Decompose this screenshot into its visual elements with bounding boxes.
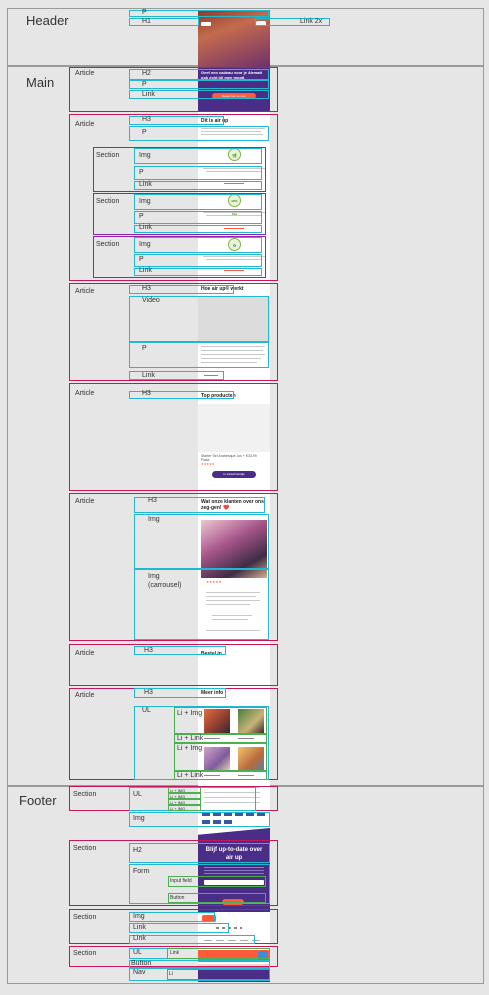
link-box xyxy=(129,935,255,944)
article-label: Article xyxy=(75,650,95,657)
h2-label: H2 xyxy=(133,847,142,854)
li-link-label: Li + Link xyxy=(177,772,204,779)
p-label: P xyxy=(139,256,144,263)
button-title-label: Button xyxy=(131,960,152,967)
ul-label: UL xyxy=(133,791,142,798)
link-label: Link xyxy=(139,181,152,188)
img-label: Img xyxy=(139,152,151,159)
article-label: Article xyxy=(75,121,95,128)
img-label: Img xyxy=(139,241,151,248)
link-label: Link xyxy=(142,91,155,98)
main-label: Main xyxy=(26,75,55,90)
li-img-caps-box: Li + IMG xyxy=(168,805,201,811)
header-p-label: P xyxy=(142,9,147,16)
link-box xyxy=(134,225,262,233)
article-label: Article xyxy=(75,390,95,397)
header-label: Header xyxy=(26,13,69,28)
section-label: Section xyxy=(73,845,97,852)
header-h1-label: H1 xyxy=(142,18,151,25)
img-label: Img xyxy=(139,198,151,205)
img-label: Img xyxy=(133,913,145,920)
section-label: Section xyxy=(73,950,97,957)
link-label: Link xyxy=(139,267,152,274)
section-label: Section xyxy=(96,198,120,205)
link-label: Link xyxy=(133,935,146,942)
p-label: P xyxy=(142,345,147,352)
section-label: Section xyxy=(96,241,120,248)
p-label: P xyxy=(139,213,144,220)
li-img-label: Li + Img xyxy=(177,745,203,752)
section-label: Section xyxy=(96,152,120,159)
article-label: Article xyxy=(75,498,95,505)
h3-label: H3 xyxy=(142,285,151,292)
img-label: Img xyxy=(148,516,160,523)
h3-label: H3 xyxy=(144,689,153,696)
li-link-label: Link xyxy=(170,950,180,956)
section-label: Section xyxy=(73,791,97,798)
p-box xyxy=(129,342,269,368)
p-label: P xyxy=(142,129,147,136)
img-label: Img xyxy=(133,815,145,822)
header-h1-box xyxy=(129,18,199,26)
article-box xyxy=(69,383,278,491)
p-box xyxy=(129,80,269,89)
li-link-label: Li + Link xyxy=(177,735,204,742)
li-box xyxy=(167,969,270,980)
h3-label: H3 xyxy=(148,497,157,504)
article-label: Article xyxy=(75,288,95,295)
header-link2x-label: Link 2x xyxy=(300,18,323,25)
link-box xyxy=(134,181,262,190)
h3-label: H3 xyxy=(142,116,151,123)
h3-label: H3 xyxy=(142,390,151,397)
link-label: Link xyxy=(133,924,146,931)
nav-label: Nav xyxy=(133,969,146,976)
img-box xyxy=(134,237,262,253)
li-link-box xyxy=(167,948,270,959)
h3-label: H3 xyxy=(144,647,153,654)
link-label: Link xyxy=(139,224,152,231)
carousel-label: Img (carrousel) xyxy=(148,573,182,589)
p-box xyxy=(134,166,262,180)
link-box xyxy=(134,268,262,276)
p-box xyxy=(129,126,269,141)
img-box xyxy=(134,148,262,164)
li-img-label: Li + Img xyxy=(177,710,203,717)
ul-label: UL xyxy=(133,949,142,956)
input-field-label: Input field xyxy=(170,878,192,884)
p-box xyxy=(134,254,262,267)
p-label: P xyxy=(142,81,147,88)
button-label: Button xyxy=(170,895,185,901)
video-label: Video xyxy=(142,297,160,304)
img-box xyxy=(129,812,270,827)
footer-label: Footer xyxy=(19,793,57,808)
article-label: Article xyxy=(75,692,95,699)
article-label: Article xyxy=(75,70,95,77)
hero-logo xyxy=(201,22,211,26)
section-label: Section xyxy=(73,914,97,921)
img-box xyxy=(134,194,262,210)
p-label: P xyxy=(139,169,144,176)
header-p-box xyxy=(129,10,269,17)
form-label: Form xyxy=(133,868,150,875)
h2-label: H2 xyxy=(142,70,151,77)
ul-label: UL xyxy=(142,707,151,714)
link-label: Link xyxy=(142,372,155,379)
li-label: Li xyxy=(169,971,173,977)
p-box xyxy=(134,211,262,224)
h2-box xyxy=(129,843,270,863)
